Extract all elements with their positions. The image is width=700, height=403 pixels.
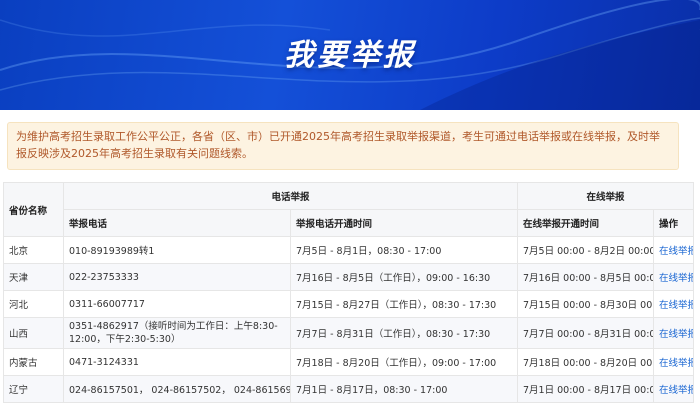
phone-time-cell: 7月5日 - 8月1日，08:30 - 17:00: [289, 236, 519, 264]
online-report-link[interactable]: 在线举报: [659, 329, 693, 340]
action-cell: 在线举报: [653, 236, 695, 264]
action-cell: 在线举报: [653, 348, 695, 376]
table-row: 辽宁 024-86157501， 024-86157502， 024-86156…: [3, 375, 695, 403]
online-time-cell: 7月15日 00:00 - 8月30日 00:00: [517, 290, 655, 318]
province-cell: 内蒙古: [3, 348, 64, 376]
online-report-link[interactable]: 在线举报: [659, 273, 693, 284]
action-cell: 在线举报: [653, 263, 695, 291]
header-online-group: 在线举报: [517, 182, 695, 210]
banner: 我要举报: [0, 0, 700, 110]
online-time-cell: 7月16日 00:00 - 8月5日 00:00: [517, 263, 655, 291]
phone-cell: 022-23753333: [63, 263, 291, 291]
header-province: 省份名称: [3, 182, 64, 237]
action-cell: 在线举报: [653, 290, 695, 318]
table-row: 北京 010-89193989转1 7月5日 - 8月1日，08:30 - 17…: [3, 236, 695, 264]
page-title: 我要举报: [284, 38, 416, 73]
table-row: 河北 0311-66007717 7月15日 - 8月27日（工作日），08:3…: [3, 290, 695, 318]
phone-time-cell: 7月7日 - 8月31日（工作日），08:30 - 17:30: [289, 317, 519, 349]
phone-time-cell: 7月1日 - 8月17日，08:30 - 17:00: [289, 375, 519, 403]
action-cell: 在线举报: [653, 375, 695, 403]
phone-time-cell: 7月18日 - 8月20日（工作日），09:00 - 17:00: [289, 348, 519, 376]
online-time-cell: 7月1日 00:00 - 8月17日 00:00: [517, 375, 655, 403]
online-time-cell: 7月18日 00:00 - 8月20日 00:00: [517, 348, 655, 376]
phone-cell: 010-89193989转1: [63, 236, 291, 264]
action-cell: 在线举报: [653, 317, 695, 349]
province-cell: 天津: [3, 263, 64, 291]
notice-box: 为维护高考招生录取工作公平公正，各省（区、市）已开通2025年高考招生录取举报渠…: [7, 122, 679, 170]
header-phone: 举报电话: [63, 209, 291, 237]
province-cell: 山西: [3, 317, 64, 349]
online-report-link[interactable]: 在线举报: [659, 246, 693, 257]
header-phone-time: 举报电话开通时间: [289, 209, 519, 237]
table-row: 天津 022-23753333 7月16日 - 8月5日（工作日），09:00 …: [3, 263, 695, 291]
report-table: 省份名称 电话举报 在线举报 举报电话 举报电话开通时间 在线举报开通时间 操作…: [3, 182, 695, 403]
online-report-link[interactable]: 在线举报: [659, 385, 693, 396]
province-cell: 北京: [3, 236, 64, 264]
phone-cell: 024-86157501， 024-86157502， 024-86156999: [63, 375, 291, 403]
header-online-time: 在线举报开通时间: [517, 209, 655, 237]
table-row: 内蒙古 0471-3124331 7月18日 - 8月20日（工作日），09:0…: [3, 348, 695, 376]
online-time-cell: 7月5日 00:00 - 8月2日 00:00: [517, 236, 655, 264]
online-report-link[interactable]: 在线举报: [659, 358, 693, 369]
online-report-link[interactable]: 在线举报: [659, 300, 693, 311]
online-time-cell: 7月7日 00:00 - 8月31日 00:00: [517, 317, 655, 349]
province-cell: 辽宁: [3, 375, 64, 403]
table-row: 山西 0351-4862917（接听时间为工作日：上午8:30-12:00，下午…: [3, 317, 695, 349]
phone-time-cell: 7月16日 - 8月5日（工作日），09:00 - 16:30: [289, 263, 519, 291]
phone-cell: 0351-4862917（接听时间为工作日：上午8:30-12:00，下午2:3…: [63, 317, 291, 349]
phone-cell: 0311-66007717: [63, 290, 291, 318]
header-phone-group: 电话举报: [62, 182, 519, 210]
header-action: 操作: [653, 209, 695, 237]
province-cell: 河北: [3, 290, 64, 318]
phone-time-cell: 7月15日 - 8月27日（工作日），08:30 - 17:30: [289, 290, 519, 318]
phone-cell: 0471-3124331: [63, 348, 291, 376]
